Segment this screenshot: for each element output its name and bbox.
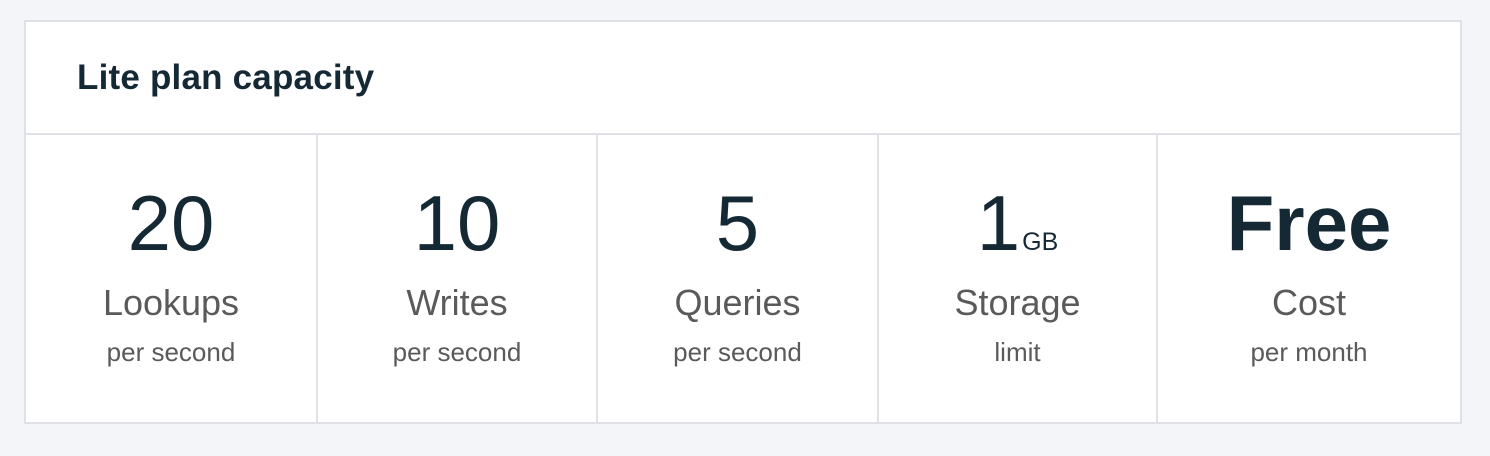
stat-label: Writes [406, 282, 508, 323]
stat-unit: GB [1022, 228, 1059, 256]
stat-sublabel: per month [1250, 337, 1368, 367]
stat-sublabel: limit [994, 337, 1041, 367]
stat-label: Queries [674, 282, 801, 323]
stat-value: 10 [414, 181, 501, 265]
stat-sublabel: per second [106, 337, 236, 367]
stat-value: 1GB [977, 181, 1059, 265]
stat-queries: 5 Queries per second [598, 135, 879, 422]
stat-value: 20 [128, 181, 215, 265]
stats-row: 20 Lookups per second 10 Writes per seco… [26, 135, 1460, 422]
card-header: Lite plan capacity [26, 22, 1460, 135]
stat-sublabel: per second [673, 337, 802, 367]
stat-value: Free [1227, 181, 1392, 265]
stat-cost: Free Cost per month [1158, 135, 1460, 422]
capacity-card: Lite plan capacity 20 Lookups per second… [24, 20, 1462, 424]
stat-number: 1 [976, 179, 1021, 267]
stat-number: 5 [715, 179, 760, 267]
card-title: Lite plan capacity [77, 57, 375, 97]
stat-label: Lookups [102, 282, 240, 323]
stat-number: 10 [413, 179, 501, 267]
stat-number: Free [1226, 179, 1392, 267]
stat-storage: 1GB Storage limit [879, 135, 1158, 422]
stat-value: 5 [716, 181, 759, 265]
stat-label: Cost [1271, 282, 1347, 323]
stat-number: 20 [127, 179, 215, 267]
stat-lookups: 20 Lookups per second [26, 135, 318, 422]
stat-sublabel: per second [392, 337, 522, 367]
stat-writes: 10 Writes per second [318, 135, 598, 422]
stat-label: Storage [954, 282, 1081, 323]
